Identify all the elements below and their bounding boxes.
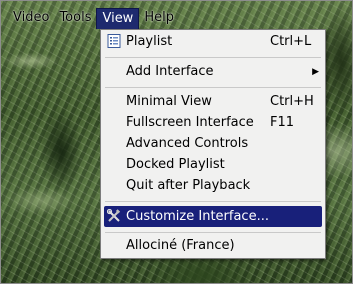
menu-item-quit-after-playback[interactable]: Quit after Playback xyxy=(104,175,322,196)
menu-help[interactable]: Help xyxy=(139,8,179,28)
menu-item-shortcut: Ctrl+L xyxy=(270,34,312,49)
menu-item-minimal-view[interactable]: Minimal View Ctrl+H xyxy=(104,91,322,112)
menu-video[interactable]: Video xyxy=(8,8,54,28)
menu-item-customize-interface[interactable]: Customize Interface... xyxy=(104,206,322,227)
tools-icon xyxy=(107,209,121,222)
menu-item-shortcut: Ctrl+H xyxy=(270,94,314,109)
menu-separator xyxy=(105,87,321,88)
menu-item-label: Fullscreen Interface xyxy=(126,115,254,130)
menu-separator xyxy=(105,232,321,233)
menu-item-label: Add Interface xyxy=(126,64,214,79)
menu-separator xyxy=(105,57,321,58)
menu-item-add-interface[interactable]: Add Interface ▶ xyxy=(104,61,322,82)
menu-item-label: Quit after Playback xyxy=(126,178,251,193)
menu-item-label: Allociné (France) xyxy=(126,238,235,253)
menubar: Video Tools View Help xyxy=(1,7,352,29)
menu-separator xyxy=(105,201,321,202)
menu-item-label: Playlist xyxy=(126,34,173,49)
menu-item-shortcut: F11 xyxy=(270,115,295,130)
menu-tools-label: Tools xyxy=(59,10,92,25)
menu-video-label: Video xyxy=(13,10,50,25)
menu-item-playlist[interactable]: Playlist Ctrl+L xyxy=(104,31,322,52)
menu-tools[interactable]: Tools xyxy=(54,8,96,28)
menu-item-docked-playlist[interactable]: Docked Playlist xyxy=(104,154,322,175)
menu-item-label: Minimal View xyxy=(126,94,212,109)
menu-item-advanced-controls[interactable]: Advanced Controls xyxy=(104,133,322,154)
menu-item-label: Customize Interface... xyxy=(126,209,269,224)
vlc-window: Video Tools View Help Playlist Ctrl+L Ad… xyxy=(0,0,353,284)
playlist-icon xyxy=(107,34,121,48)
menu-help-label: Help xyxy=(144,10,174,25)
menu-item-allocine[interactable]: Allociné (France) xyxy=(104,235,322,256)
menu-item-fullscreen-interface[interactable]: Fullscreen Interface F11 xyxy=(104,112,322,133)
submenu-arrow-icon: ▶ xyxy=(312,66,319,77)
menu-view-label: View xyxy=(102,10,134,26)
menu-view[interactable]: View xyxy=(96,7,140,29)
menu-item-label: Advanced Controls xyxy=(126,136,249,151)
view-menu-dropdown: Playlist Ctrl+L Add Interface ▶ Minimal … xyxy=(100,29,326,259)
menu-item-label: Docked Playlist xyxy=(126,157,225,172)
